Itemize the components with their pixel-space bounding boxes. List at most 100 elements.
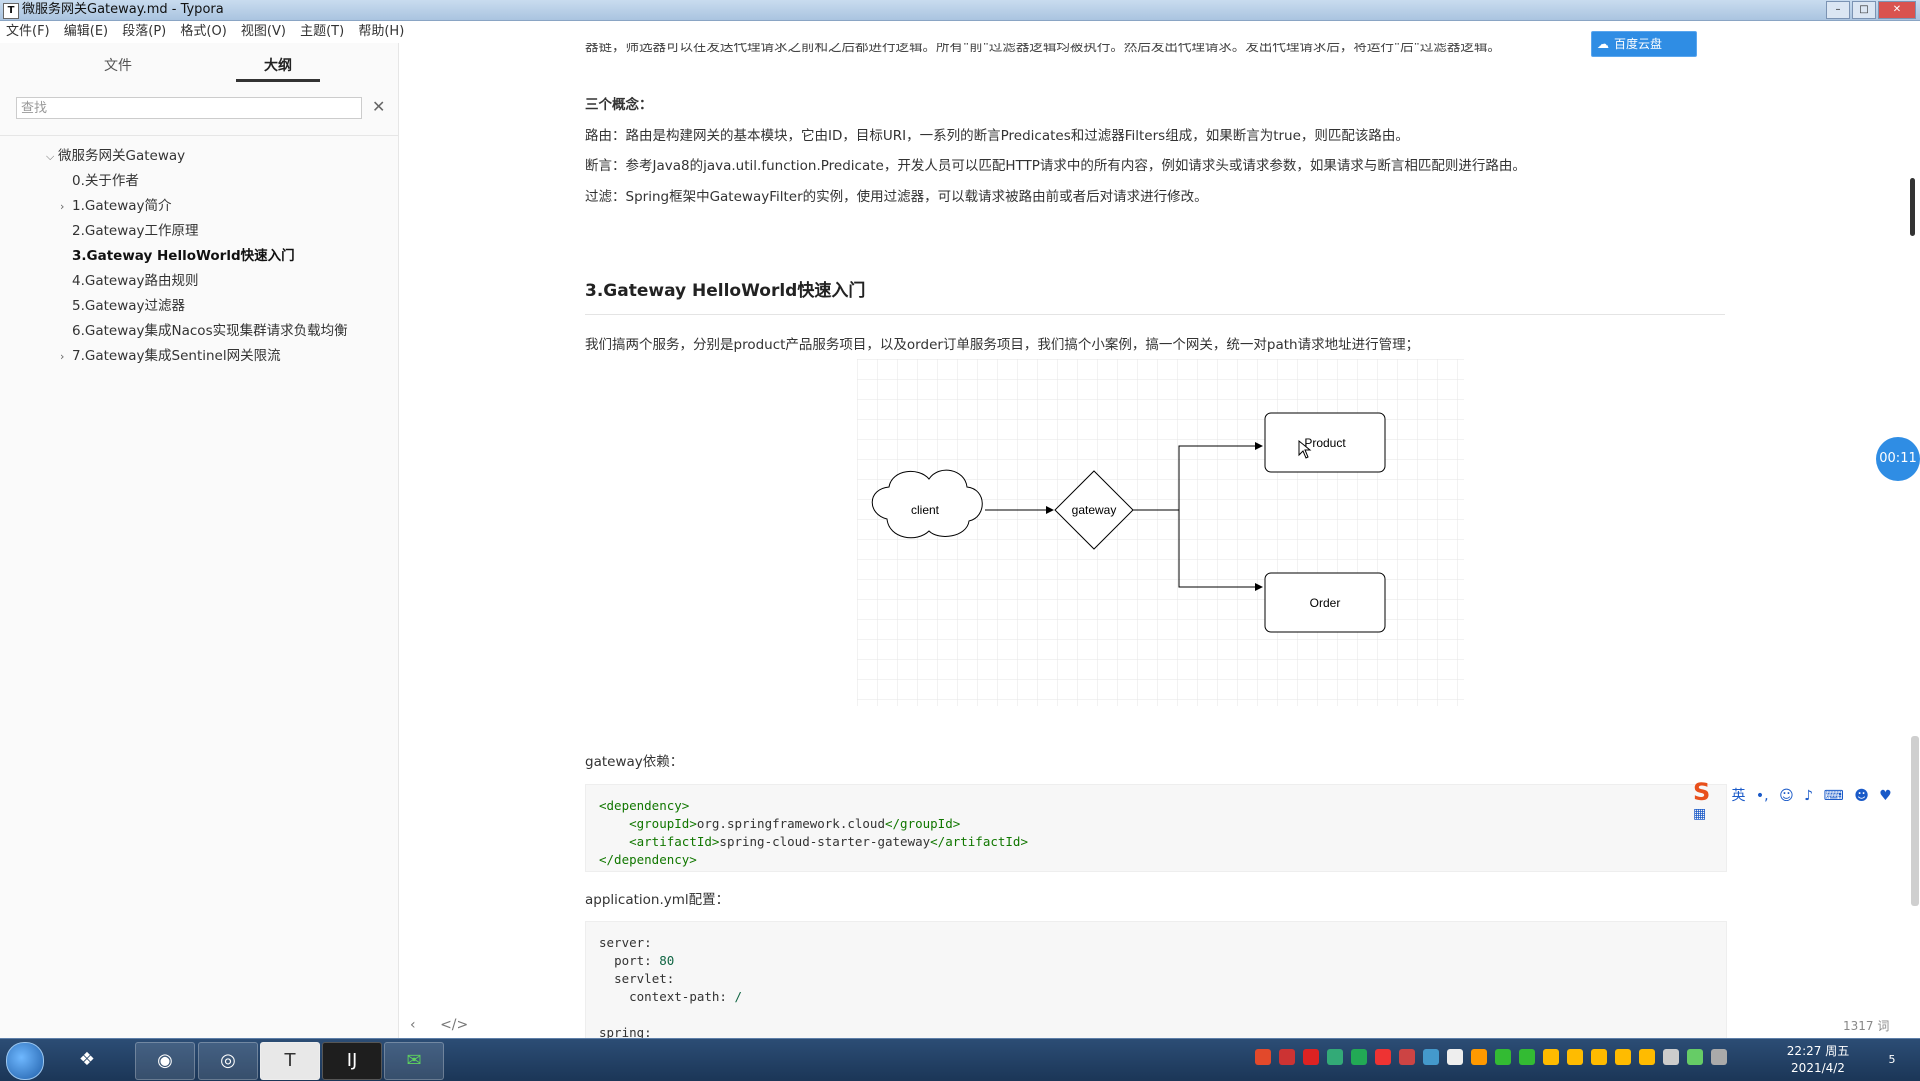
browser-taskbar-icon[interactable]: ◎ [198, 1042, 258, 1080]
tray-wps-icon[interactable] [1279, 1049, 1295, 1065]
tray-app-icon[interactable] [1351, 1049, 1367, 1065]
system-tray [1255, 1049, 1815, 1071]
explorer-taskbar-icon[interactable]: ❖ [58, 1042, 116, 1078]
outline-item-principle[interactable]: 2.Gateway工作原理 [60, 220, 199, 242]
sidebar-divider [0, 135, 398, 136]
partial-paragraph: 器链，筛选器可以在发送代理请求之前和之后都进行逻辑。所有"前"过滤器逻辑均被执行… [585, 43, 1501, 55]
sidebar-tabs: 文件 大纲 [0, 53, 398, 83]
taskbar-clock[interactable]: 22:27 周五 2021/4/2 [1778, 1043, 1858, 1077]
monitor-icon[interactable] [1711, 1049, 1727, 1065]
outline-item-label: 2.Gateway工作原理 [72, 223, 199, 239]
maximize-button[interactable]: □ [1852, 1, 1876, 19]
menu-help[interactable]: 帮助(H) [358, 24, 404, 39]
tray-qq-icon[interactable] [1591, 1049, 1607, 1065]
outline-item-intro[interactable]: › 1.Gateway简介 [60, 195, 172, 217]
emoji-icon[interactable]: ☺ [1779, 788, 1794, 804]
outline-item-label: 4.Gateway路由规则 [72, 273, 199, 289]
menu-edit[interactable]: 编辑(E) [64, 24, 108, 39]
tray-security-icon[interactable] [1327, 1049, 1343, 1065]
clear-search-icon[interactable]: ✕ [372, 97, 385, 116]
code-line: </dependency> [599, 852, 697, 867]
volume-icon[interactable] [1663, 1049, 1679, 1065]
scroll-indicator[interactable] [1910, 178, 1915, 236]
code-key: server: [599, 935, 652, 950]
user-icon[interactable]: ☻ [1854, 788, 1869, 804]
tray-qq-icon[interactable] [1639, 1049, 1655, 1065]
product-label: Product [1304, 436, 1346, 450]
tab-files[interactable]: 文件 [76, 53, 160, 79]
outline-item-label: 6.Gateway集成Nacos实现集群请求负载均衡 [72, 323, 348, 339]
gateway-label: gateway [1072, 503, 1117, 517]
menu-view[interactable]: 视图(V) [241, 24, 286, 39]
ime-lang-toggle[interactable]: 英 [1731, 788, 1745, 804]
tray-wechat-icon[interactable] [1495, 1049, 1511, 1065]
menu-file[interactable]: 文件(F) [6, 24, 50, 39]
tray-app-icon[interactable] [1423, 1049, 1439, 1065]
client-label: client [911, 503, 940, 517]
network-icon[interactable] [1687, 1049, 1703, 1065]
tray-app-icon[interactable] [1471, 1049, 1487, 1065]
skin-icon[interactable]: ♥ [1879, 788, 1892, 804]
code-key: spring: [599, 1025, 652, 1038]
tray-app-icon[interactable] [1375, 1049, 1391, 1065]
recording-timer[interactable]: 00:11 [1876, 437, 1920, 481]
outline-item-filters[interactable]: 5.Gateway过滤器 [60, 295, 185, 317]
tray-app-icon[interactable] [1519, 1049, 1535, 1065]
expand-arrow-icon[interactable]: › [60, 196, 72, 218]
expand-arrow-icon[interactable]: › [60, 346, 72, 368]
outline-item-sentinel[interactable]: › 7.Gateway集成Sentinel网关限流 [60, 345, 281, 367]
window-controls: – □ ✕ [1826, 1, 1916, 19]
code-tag: <groupId> [629, 816, 697, 831]
tray-qq-icon[interactable] [1543, 1049, 1559, 1065]
dependency-code-block[interactable]: <dependency> <groupId>org.springframewor… [585, 784, 1727, 872]
chrome-taskbar-icon[interactable]: ◉ [135, 1042, 195, 1080]
collapse-arrow-icon[interactable]: ⌵ [46, 146, 58, 168]
outline-item-label: 7.Gateway集成Sentinel网关限流 [72, 348, 281, 364]
outline-item-helloworld[interactable]: 3.Gateway HelloWorld快速入门 [60, 245, 295, 267]
ime-toolbar[interactable]: S 英 •, ☺ ♪ ⌨ ☻ ♥ ▦ [1693, 778, 1920, 822]
outline-item-label: 0.关于作者 [72, 173, 139, 189]
tray-qq-icon[interactable] [1567, 1049, 1583, 1065]
tab-outline[interactable]: 大纲 [236, 53, 320, 82]
notification-icon[interactable]: 5 [1881, 1049, 1903, 1071]
tray-qq-icon[interactable] [1615, 1049, 1631, 1065]
heading-underline [585, 314, 1725, 315]
tray-app-icon[interactable] [1303, 1049, 1319, 1065]
minimize-button[interactable]: – [1826, 1, 1850, 19]
punctuation-icon[interactable]: •, [1756, 788, 1769, 804]
menu-grid-icon[interactable]: ▦ [1693, 806, 1706, 822]
outline-item-root[interactable]: ⌵ 微服务网关Gateway [46, 145, 185, 167]
clock-time: 22:27 周五 [1786, 1044, 1850, 1058]
code-value: 80 [659, 953, 675, 968]
outline-item-label: 微服务网关Gateway [58, 148, 186, 164]
windows-taskbar: ❖ ◉ ◎ T IJ ✉ 22:27 周五 2021/4/2 5 [0, 1038, 1920, 1081]
scrollbar-thumb[interactable] [1911, 736, 1919, 906]
word-count[interactable]: 1317 词 [1843, 1017, 1889, 1034]
menu-format[interactable]: 格式(O) [180, 24, 226, 39]
code-value: org.springframework.cloud [696, 816, 885, 831]
yml-code-block[interactable]: server: port: 80 servlet: context-path: … [585, 921, 1727, 1038]
typora-taskbar-icon[interactable]: T [260, 1042, 320, 1080]
outline-item-author[interactable]: 0.关于作者 [60, 170, 139, 192]
tray-app-icon[interactable] [1399, 1049, 1415, 1065]
sogou-logo-icon: S [1693, 778, 1711, 806]
typora-app-icon: T [3, 3, 19, 19]
code-key: context-path: [629, 989, 727, 1004]
editor-area[interactable]: 器链，筛选器可以在发送代理请求之前和之后都进行逻辑。所有"前"过滤器逻辑均被执行… [398, 43, 1908, 1038]
outline-search-input[interactable]: 查找 [16, 97, 362, 119]
outline-item-route-rules[interactable]: 4.Gateway路由规则 [60, 270, 199, 292]
baidu-cloud-button[interactable]: ☁ 百度云盘 [1591, 31, 1697, 57]
tray-app-icon[interactable] [1447, 1049, 1463, 1065]
close-button[interactable]: ✕ [1878, 1, 1916, 19]
intellij-taskbar-icon[interactable]: IJ [322, 1042, 382, 1080]
outline-item-nacos[interactable]: 6.Gateway集成Nacos实现集群请求负载均衡 [60, 320, 348, 342]
start-button[interactable] [6, 1042, 44, 1080]
keyboard-icon[interactable]: ⌨ [1824, 788, 1844, 804]
code-key: port: [614, 953, 652, 968]
microphone-icon[interactable]: ♪ [1804, 788, 1813, 804]
menu-theme[interactable]: 主题(T) [300, 24, 344, 39]
wechat-taskbar-icon[interactable]: ✉ [384, 1042, 444, 1080]
window-title: 微服务网关Gateway.md - Typora [22, 2, 224, 17]
tray-sogou-icon[interactable] [1255, 1049, 1271, 1065]
menu-paragraph[interactable]: 段落(P) [122, 24, 166, 39]
